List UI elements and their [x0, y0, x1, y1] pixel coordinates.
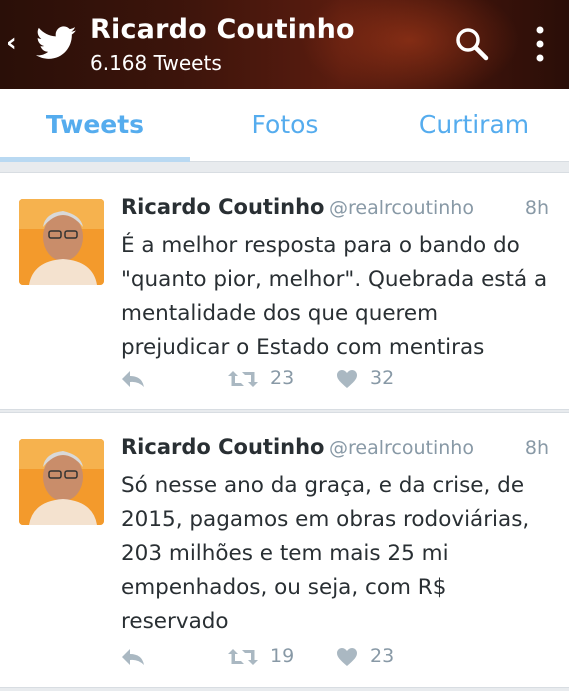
tweet-time: 8h — [524, 197, 549, 219]
author-name[interactable]: Ricardo Coutinho — [121, 195, 324, 219]
like-count: 23 — [370, 645, 395, 667]
retweet-count: 19 — [270, 645, 295, 667]
retweet-icon[interactable] — [227, 367, 259, 391]
retweet-icon[interactable] — [227, 645, 259, 669]
author-handle[interactable]: @realrcoutinho — [329, 197, 474, 219]
twitter-bird-icon[interactable] — [36, 26, 76, 60]
reply-icon[interactable] — [120, 367, 146, 391]
profile-tabs: Tweets Fotos Curtiram — [0, 89, 569, 162]
avatar[interactable] — [19, 439, 104, 525]
profile-header: ‹ Ricardo Coutinho 6.168 Tweets — [0, 0, 569, 89]
tweet-time: 8h — [524, 437, 549, 459]
tab-curtiram[interactable]: Curtiram — [379, 89, 569, 162]
like-heart-icon[interactable] — [336, 646, 358, 668]
tweet-actions: 19 23 — [0, 643, 569, 673]
tab-tweets[interactable]: Tweets — [0, 89, 190, 162]
retweet-count: 23 — [270, 367, 295, 389]
tweet-text: Só nesse ano da graça, e da crise, de 20… — [121, 473, 530, 634]
search-icon[interactable] — [454, 26, 490, 62]
reply-icon[interactable] — [120, 645, 146, 669]
like-count: 32 — [370, 367, 395, 389]
author-handle[interactable]: @realrcoutinho — [329, 437, 474, 459]
tweet-text: É a melhor resposta para o bando do "qua… — [121, 233, 548, 360]
author-name[interactable]: Ricardo Coutinho — [121, 435, 324, 459]
tweet-actions: 23 32 — [0, 365, 569, 395]
tweet-item[interactable]: Ricardo Coutinho @realrcoutinho 8h É a m… — [0, 172, 569, 410]
like-heart-icon[interactable] — [336, 368, 358, 390]
profile-name: Ricardo Coutinho — [90, 14, 355, 45]
tab-fotos[interactable]: Fotos — [190, 89, 380, 162]
tweet-item[interactable]: Ricardo Coutinho @realrcoutinho 8h Só ne… — [0, 412, 569, 688]
tweet-feed[interactable]: Ricardo Coutinho @realrcoutinho 8h É a m… — [0, 162, 569, 691]
more-vertical-icon[interactable] — [530, 24, 550, 64]
avatar[interactable] — [19, 199, 104, 285]
back-icon[interactable]: ‹ — [6, 28, 26, 58]
tweet-count: 6.168 Tweets — [90, 51, 222, 75]
